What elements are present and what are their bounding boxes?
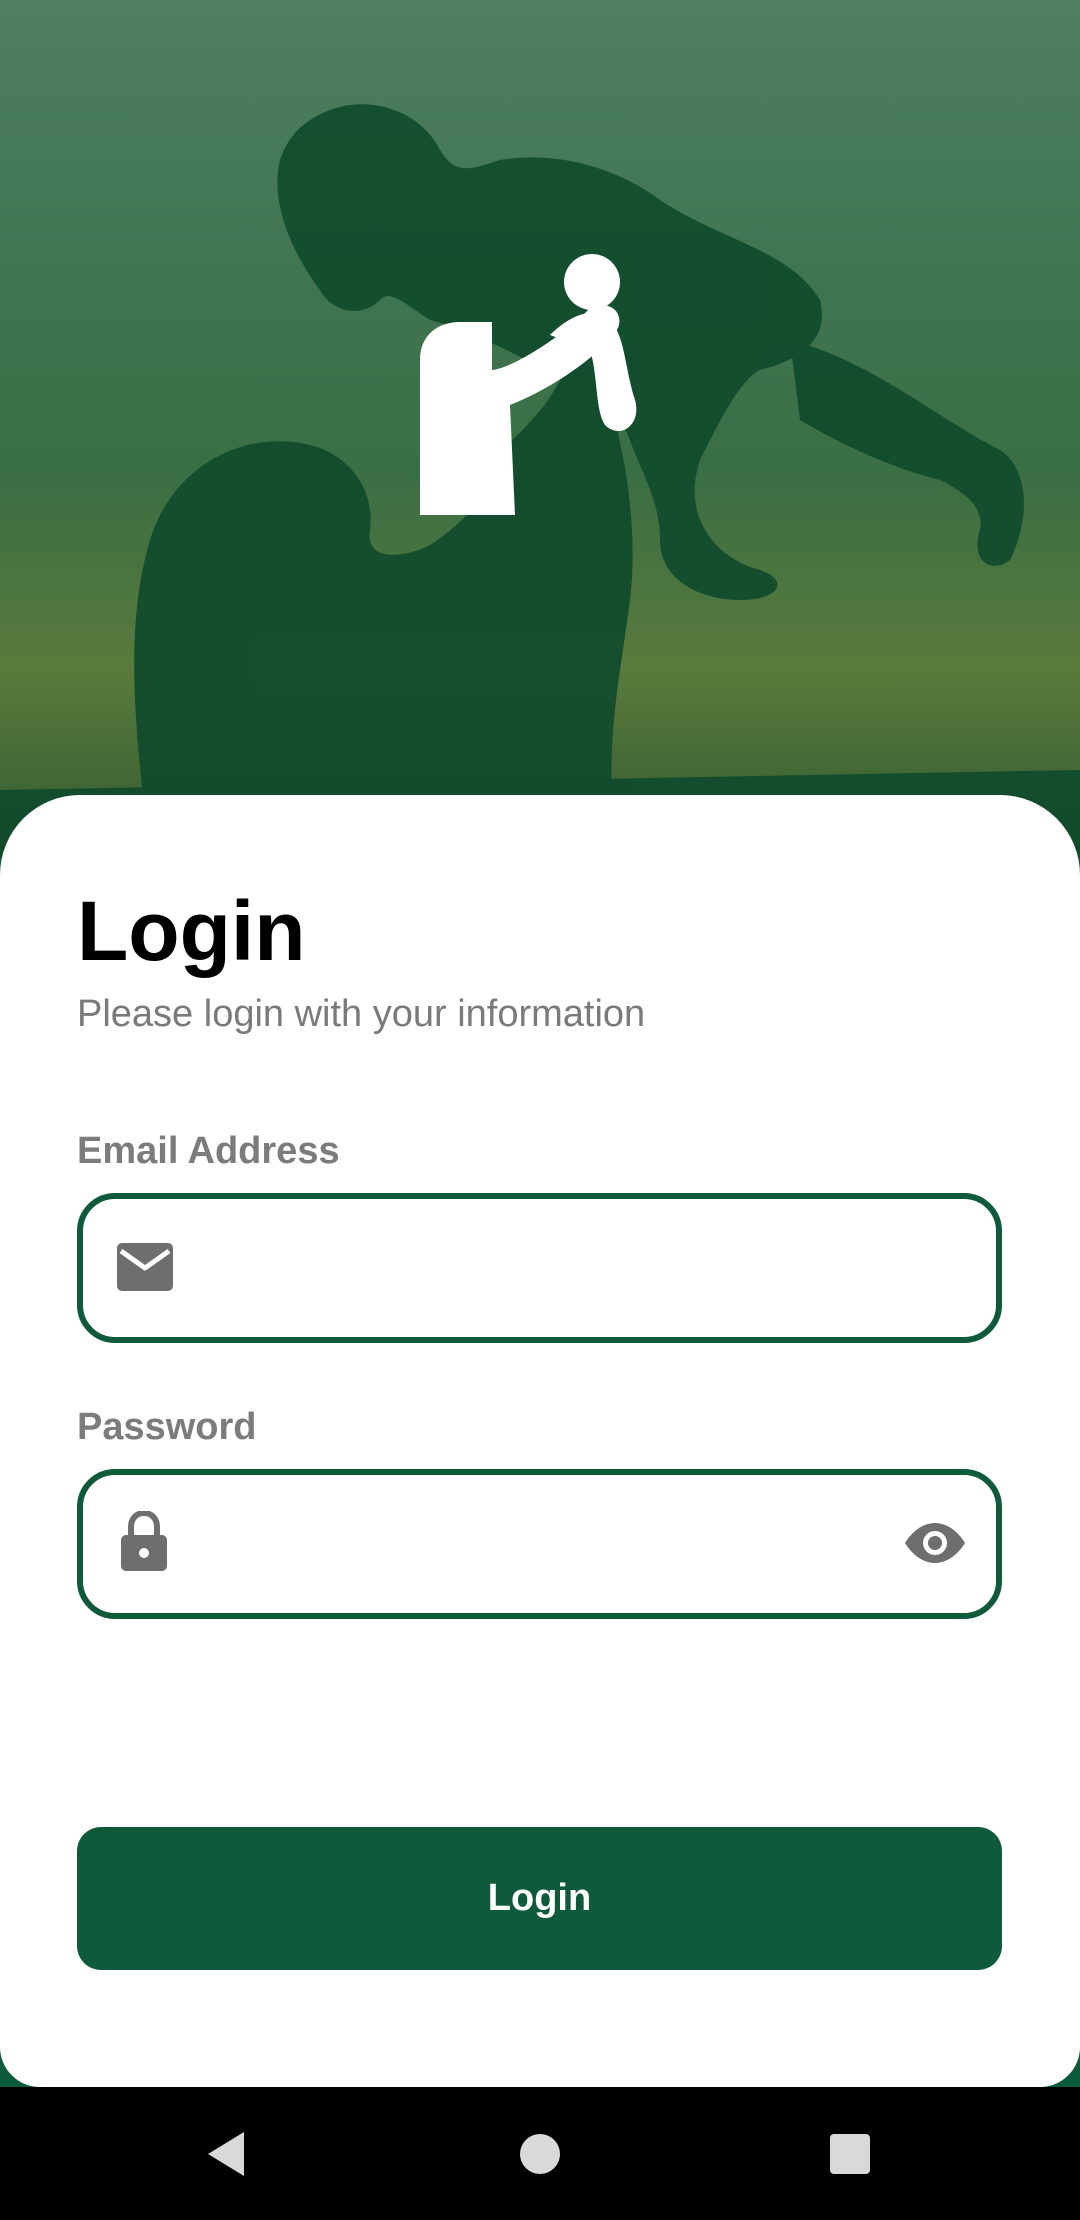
back-triangle-icon bbox=[208, 2131, 244, 2176]
lock-icon bbox=[121, 1511, 167, 1571]
mother-baby-logo-icon bbox=[420, 254, 637, 515]
system-navigation-bar bbox=[0, 2087, 1080, 2220]
page-subtitle: Please login with your information bbox=[77, 993, 646, 1035]
password-label: Password bbox=[77, 1406, 257, 1448]
email-input[interactable] bbox=[203, 1199, 857, 1339]
hero-banner bbox=[0, 0, 1080, 860]
password-field[interactable] bbox=[77, 1469, 1002, 1619]
nav-back-button[interactable] bbox=[156, 2087, 296, 2220]
email-field[interactable] bbox=[77, 1193, 1002, 1343]
recents-square-icon bbox=[830, 2133, 870, 2174]
email-label: Email Address bbox=[77, 1130, 340, 1172]
login-card: Login Please login with your information… bbox=[0, 795, 1080, 2087]
page-title: Login bbox=[77, 884, 306, 978]
home-circle-icon bbox=[520, 2133, 560, 2174]
login-button[interactable]: Login bbox=[77, 1827, 1002, 1970]
mail-icon bbox=[117, 1243, 173, 1291]
eye-icon[interactable] bbox=[903, 1521, 967, 1565]
nav-home-button[interactable] bbox=[470, 2087, 610, 2220]
nav-recents-button[interactable] bbox=[780, 2087, 920, 2220]
password-input[interactable] bbox=[203, 1475, 857, 1615]
